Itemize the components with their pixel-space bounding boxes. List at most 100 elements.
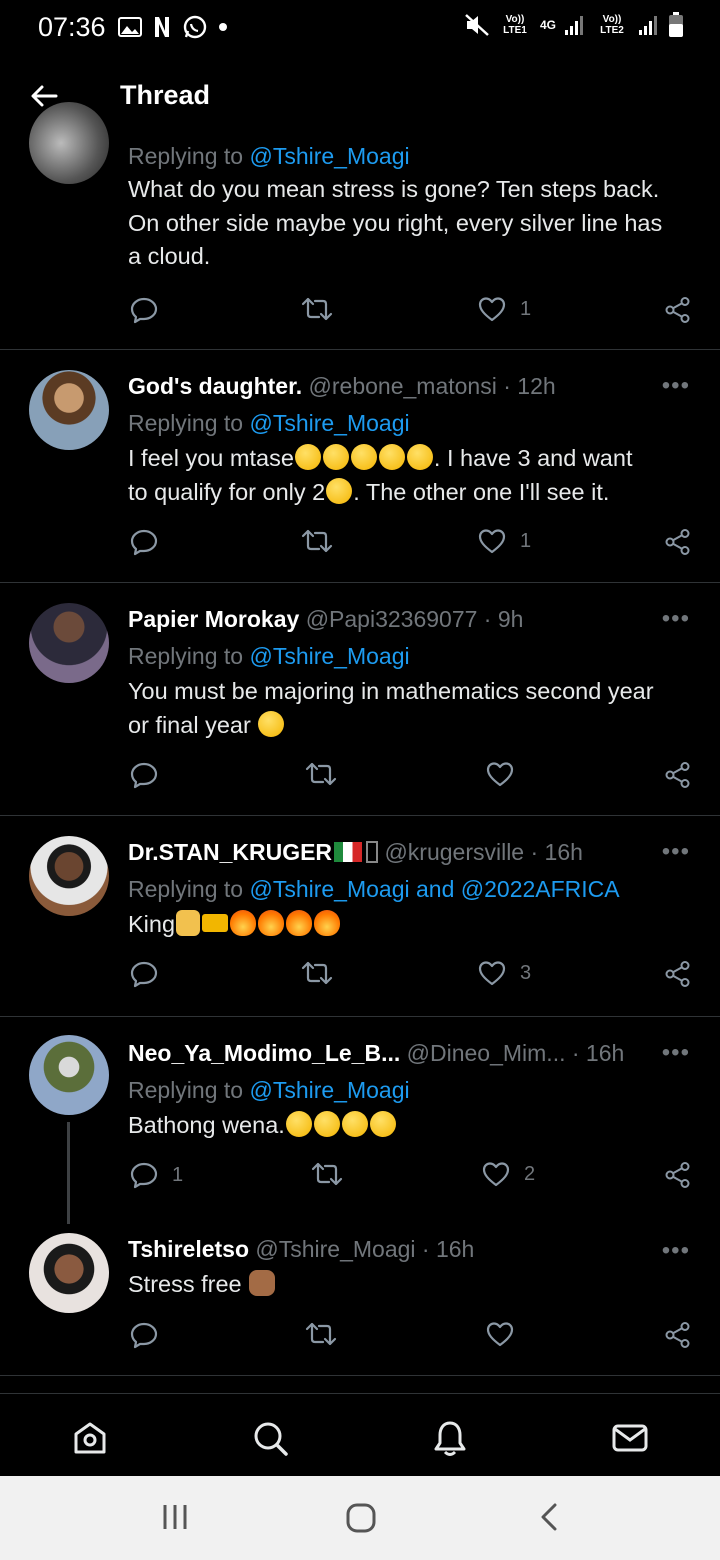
recent-apps-icon[interactable] [160,1502,190,1532]
share-icon [665,529,690,555]
tweet[interactable]: ••• Papier Morokay @Papi32369077 · 9h Re… [0,583,720,815]
status-system-icons: Vo)) LTE1 4G Vo)) LTE2 [464,12,684,38]
rofl-emoji-icon [313,1111,340,1137]
signal-1-icon [565,16,583,35]
search-icon[interactable] [250,1418,290,1458]
author-handle: @Dineo_Mim... [406,1040,566,1066]
tweet-text: What do you mean stress is gone? Ten ste… [128,176,663,269]
author-name[interactable]: Dr.STAN_KRUGER [128,839,332,865]
tweet[interactable]: ••• Dr.STAN_KRUGER @krugersville · 16h R… [0,816,720,1016]
share-button[interactable] [664,1161,692,1189]
author-name[interactable]: Papier Morokay [128,606,299,632]
back-button-icon[interactable] [535,1502,565,1532]
retweet-icon [311,1162,343,1186]
like-count: 2 [524,1162,536,1185]
retweet-button[interactable] [300,528,334,554]
battery-icon [669,12,683,37]
replying-to: Replying to @Tshire_Moagi [128,143,410,169]
gallery-icon [118,17,142,37]
crown-emoji-icon [202,914,229,932]
tweet[interactable]: ••• Neo_Ya_Modimo_Le_B... @Dineo_Mim... … [0,1017,720,1227]
share-button[interactable] [664,296,692,324]
sim1-label: Vo)) LTE1 [503,14,527,36]
like-button[interactable]: 1 [478,528,531,554]
tweet[interactable]: ••• Tshireletso @Tshire_Moagi · 16h Stre… [0,1227,720,1375]
share-button[interactable] [664,1321,692,1349]
monocle-emoji-icon [369,1111,396,1137]
mute-icon [465,14,489,36]
share-icon [665,961,690,987]
share-icon [665,297,690,323]
like-button[interactable]: 2 [482,1161,535,1187]
share-button[interactable] [664,960,692,988]
sim2-label: Vo)) LTE2 [600,14,624,36]
author-name[interactable]: God's daughter. [128,373,302,399]
like-button[interactable] [486,1321,514,1347]
reply-button[interactable] [130,761,158,789]
reply-button[interactable] [130,296,158,324]
reply-icon [130,1322,158,1349]
retweet-icon [301,529,333,553]
mention-link[interactable]: @Tshire_Moagi [249,643,409,669]
laughing-emoji-icon [378,444,405,470]
mention-link[interactable]: @Tshire_Moagi [249,143,409,169]
reply-button[interactable] [130,528,158,556]
tweet-time: · 16h [530,839,583,865]
mention-link[interactable]: @Tshire_Moagi [249,410,409,436]
reply-count: 1 [172,1163,184,1186]
replying-to: Replying to @Tshire_Moagi [128,410,410,436]
tweet-actions: 1 [128,528,693,564]
tweet-header-line: Tshireletso @Tshire_Moagi · 16h [128,1233,690,1266]
author-name[interactable]: Tshireletso [128,1236,249,1262]
avatar[interactable] [29,1035,109,1115]
notifications-bell-icon[interactable] [430,1418,470,1458]
like-button[interactable] [486,761,514,787]
reply-icon [130,297,158,324]
mention-link[interactable]: @Tshire_Moagi [249,1077,409,1103]
tweet[interactable]: Replying to @Tshire_Moagi What do you me… [0,102,720,349]
share-button[interactable] [664,761,692,789]
like-button[interactable]: 3 [478,960,531,986]
heart-icon [482,1162,510,1187]
retweet-button[interactable] [310,1161,344,1187]
avatar[interactable] [29,102,109,184]
retweet-button[interactable] [304,1321,338,1347]
reply-button[interactable] [130,960,158,988]
author-name[interactable]: Neo_Ya_Modimo_Le_B... [128,1040,400,1066]
flag-icon [334,842,363,862]
avatar[interactable] [29,1233,109,1313]
retweet-button[interactable] [304,761,338,787]
retweet-icon [305,762,337,786]
missing-glyph-icon [366,841,379,863]
author-handle: @Tshire_Moagi [255,1236,416,1262]
like-button[interactable]: 1 [478,296,531,322]
retweet-button[interactable] [300,960,334,986]
tweet-text: You must be majoring in mathematics seco… [128,678,654,738]
tweet-actions: 3 [128,960,693,996]
fire-emoji-icon [286,910,313,936]
reply-icon [130,529,158,556]
retweet-button[interactable] [300,296,334,322]
mention-link[interactable]: @Tshire_Moagi and @2022AFRICA [249,876,619,902]
praying-hands-emoji-icon [176,910,201,936]
avatar[interactable] [29,836,109,916]
fire-emoji-icon [230,910,257,936]
reply-button[interactable]: 1 [130,1161,183,1189]
share-button[interactable] [664,528,692,556]
tweet[interactable]: ••• God's daughter. @rebone_matonsi · 12… [0,350,720,582]
reply-button[interactable] [130,1321,158,1349]
messages-envelope-icon[interactable] [610,1418,650,1458]
tweet-text: King [128,908,690,942]
fire-emoji-icon [314,910,341,936]
signal-2-icon [639,16,657,35]
heart-icon [486,762,514,787]
heart-icon [478,297,506,322]
share-icon [665,1162,690,1188]
home-button-icon[interactable] [345,1502,377,1534]
home-icon[interactable] [70,1418,110,1458]
avatar[interactable] [29,603,109,683]
tweet-header-line: Dr.STAN_KRUGER @krugersville · 16h [128,836,690,869]
avatar[interactable] [29,370,109,450]
tweet-time: · 9h [483,606,524,632]
rofl-emoji-icon [341,1111,368,1137]
